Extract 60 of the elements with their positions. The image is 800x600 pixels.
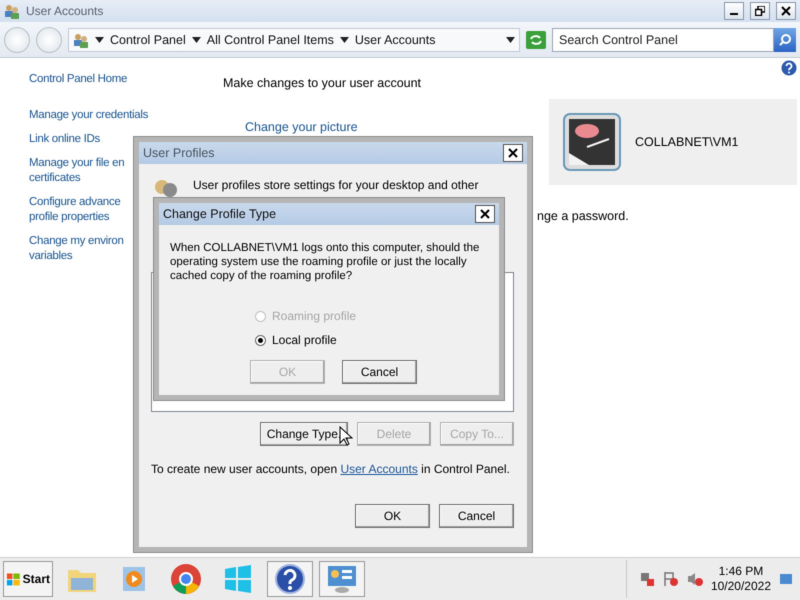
radio-button[interactable] bbox=[255, 334, 266, 346]
close-button[interactable] bbox=[776, 2, 796, 20]
radio-option[interactable]: Local profile bbox=[255, 333, 499, 347]
network-error-icon[interactable] bbox=[638, 571, 655, 587]
close-icon bbox=[508, 148, 518, 158]
caret-icon bbox=[192, 36, 201, 42]
help-icon[interactable] bbox=[781, 60, 797, 76]
clock-time: 1:46 PM bbox=[718, 564, 764, 579]
restore-button[interactable] bbox=[750, 2, 770, 20]
sidebar-link[interactable]: Manage your credentials bbox=[29, 108, 200, 123]
sidebar-link[interactable]: Control Panel Home bbox=[29, 72, 200, 87]
caret-icon bbox=[340, 36, 349, 42]
users-icon bbox=[153, 178, 179, 200]
play-icon bbox=[121, 565, 147, 593]
close-icon bbox=[781, 6, 791, 16]
breadcrumb-item[interactable]: Control Panel bbox=[110, 32, 186, 46]
dialog-button[interactable]: OK bbox=[355, 504, 430, 528]
address-field[interactable]: Control Panel All Control Panel Items User Accounts bbox=[68, 28, 520, 52]
dialog-title: User Profiles bbox=[143, 146, 215, 160]
search-button[interactable] bbox=[774, 28, 796, 52]
windows-icon bbox=[224, 565, 252, 593]
clock-date: 10/20/2022 bbox=[710, 579, 771, 594]
dialog-message: When COLLABNET\VM1 logs onto this computer, should the operating system use the roaming profile or just the locally cached copy of the roaming profile? bbox=[169, 241, 480, 283]
dialog-button[interactable]: Cancel bbox=[439, 504, 514, 528]
users-icon bbox=[4, 3, 20, 19]
window-title: User Accounts bbox=[26, 4, 104, 18]
dialog-title: Change Profile Type bbox=[163, 207, 276, 221]
taskbar-button[interactable] bbox=[319, 561, 365, 597]
taskbar-button[interactable] bbox=[267, 561, 313, 597]
close-button[interactable] bbox=[475, 205, 495, 223]
search-icon bbox=[779, 34, 791, 46]
dialog-button[interactable]: Cancel bbox=[342, 360, 417, 384]
breadcrumb-item[interactable]: User Accounts bbox=[354, 32, 436, 46]
info-text: To create new user accounts, open User Accounts in Control Panel. bbox=[150, 462, 511, 476]
breadcrumb-item[interactable]: All Control Panel Items bbox=[206, 32, 334, 46]
close-icon bbox=[480, 209, 490, 219]
monitor-icon bbox=[326, 564, 358, 594]
flag-error-icon[interactable] bbox=[662, 571, 679, 587]
refresh-icon[interactable] bbox=[526, 30, 546, 48]
search-field[interactable]: Search Control Panel bbox=[552, 28, 774, 52]
cursor-icon bbox=[339, 426, 353, 446]
description-text: User profiles store settings for your desktop and other bbox=[193, 178, 478, 193]
browser-icon bbox=[170, 563, 202, 595]
restore-icon bbox=[755, 6, 765, 16]
speaker-muted-icon[interactable] bbox=[686, 571, 703, 587]
start-button[interactable]: Start bbox=[3, 561, 53, 597]
task-link[interactable]: nge a password. bbox=[537, 209, 797, 223]
minimize-button[interactable] bbox=[724, 2, 744, 20]
caret-icon bbox=[95, 36, 104, 42]
windows-logo-icon bbox=[6, 571, 21, 587]
close-button[interactable] bbox=[503, 144, 523, 162]
caret-icon bbox=[506, 36, 515, 42]
help-icon bbox=[275, 564, 305, 594]
user-name: COLLABNET\VM1 bbox=[635, 135, 739, 149]
task-link[interactable]: Change your picture bbox=[245, 120, 358, 134]
users-icon bbox=[73, 32, 89, 48]
dialog-button[interactable]: Change Type. bbox=[260, 422, 348, 446]
user-accounts-link[interactable]: User Accounts bbox=[340, 462, 418, 476]
page-heading: Make changes to your user account bbox=[223, 76, 422, 90]
show-desktop-icon[interactable] bbox=[779, 572, 793, 586]
